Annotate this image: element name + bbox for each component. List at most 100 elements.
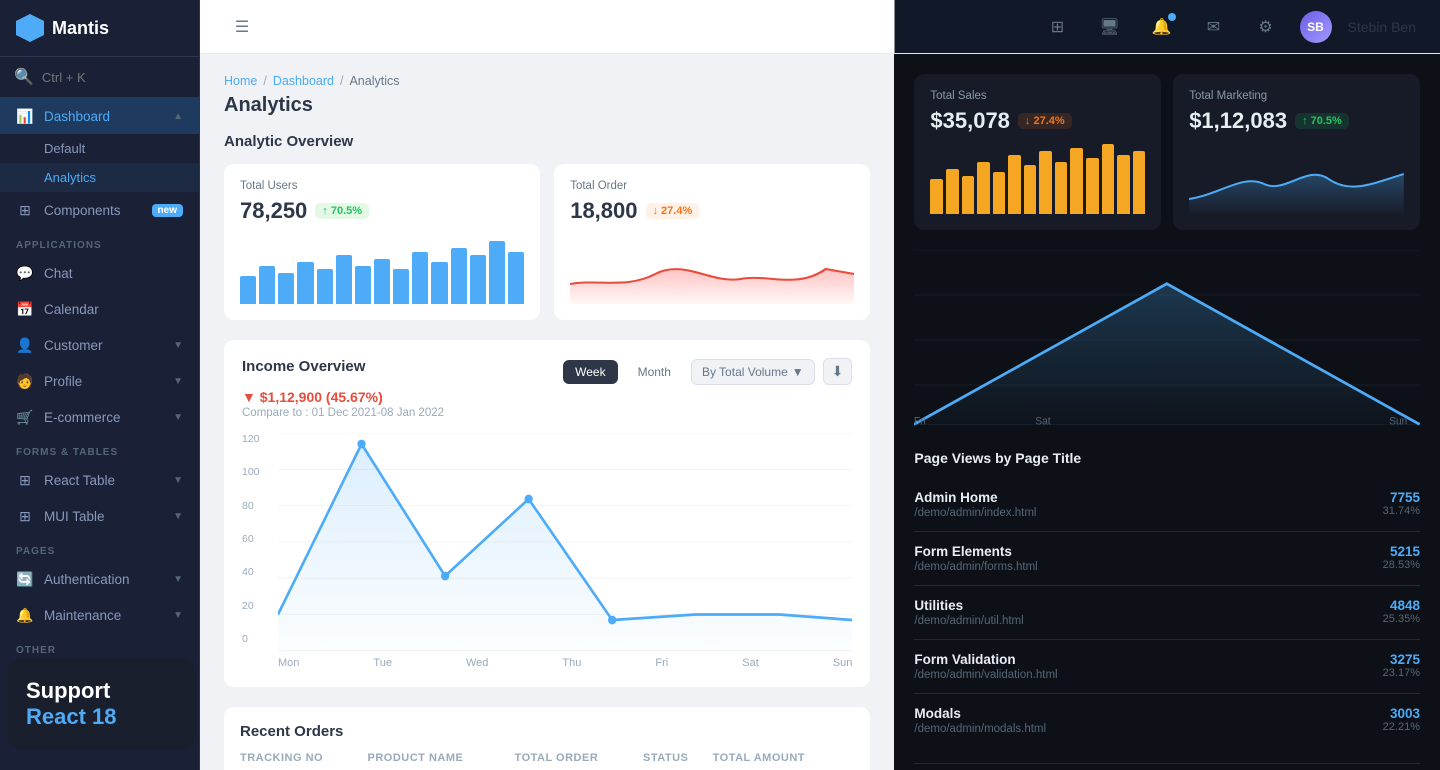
support-banner-line2: React 18 <box>26 704 178 730</box>
nav-item-calendar[interactable]: 📅 Calendar <box>0 291 199 327</box>
nav-item-authentication[interactable]: 🔄 Authentication ▼ <box>0 561 199 597</box>
total-sales-label: Total Sales <box>930 90 1145 102</box>
notification-bell-button[interactable]: 🔔 <box>1144 9 1180 45</box>
gold-bar-5 <box>993 172 1006 214</box>
orders-table: Tracking No Product Name Total Order Sta… <box>240 752 854 770</box>
search-input[interactable] <box>42 70 200 85</box>
monitor-icon-button[interactable]: 🖥 <box>1092 9 1128 45</box>
income-title: Income Overview <box>242 358 444 375</box>
total-order-label: Total Order <box>570 180 854 192</box>
total-marketing-label: Total Marketing <box>1189 90 1404 102</box>
download-button[interactable]: ⬇ <box>823 358 853 385</box>
chart-x-labels: Mon Tue Wed Thu Fri Sat Sun <box>278 653 852 669</box>
bar-15 <box>508 252 524 305</box>
section-pages: Pages <box>0 534 199 561</box>
customer-icon: 👤 <box>16 336 34 354</box>
gold-bar-10 <box>1070 148 1083 215</box>
nav-item-react-table[interactable]: ⊞ React Table ▼ <box>0 462 199 498</box>
section-forms-tables: Forms & Tables <box>0 435 199 462</box>
bar-9 <box>393 269 409 304</box>
chart-area: Mon Tue Wed Thu Fri Sat Sun <box>278 433 852 669</box>
main-content: ☰ ⊞ 🖥 🔔 ✉ ⚙ SB Stebin Ben Home / Dashboa… <box>200 0 1440 770</box>
nav-item-maintenance[interactable]: 🔔 Maintenance ▼ <box>0 597 199 633</box>
month-button[interactable]: Month <box>626 360 683 384</box>
page-view-row-5: Modals /demo/admin/modals.html 3003 22.2… <box>914 694 1420 747</box>
gold-bar-6 <box>1008 155 1021 215</box>
settings-icon-button[interactable]: ⚙ <box>1248 9 1284 45</box>
header-right: ⊞ 🖥 🔔 ✉ ⚙ SB Stebin Ben <box>1040 9 1417 45</box>
dark-stat-cards: Total Sales $35,078 ↓ 27.4% <box>914 74 1420 230</box>
stat-card-total-users: Total Users 78,250 ↑ 70.5% <box>224 164 540 320</box>
col-total-order: Total Order <box>515 752 643 770</box>
nav-item-profile[interactable]: 🧑 Profile ▼ <box>0 363 199 399</box>
profile-icon: 🧑 <box>16 372 34 390</box>
col-total-amount: Total Amount <box>713 752 855 770</box>
chevron-down-icon-2: ▼ <box>173 376 183 387</box>
support-react18-banner: Support React 18 <box>8 658 196 750</box>
total-users-label: Total Users <box>240 180 524 192</box>
nav-item-mui-table[interactable]: ⊞ MUI Table ▼ <box>0 498 199 534</box>
chevron-down-icon-5: ▼ <box>173 511 183 522</box>
user-name: Stebin Ben <box>1348 19 1417 35</box>
react-table-icon: ⊞ <box>16 471 34 489</box>
sidebar-search[interactable]: 🔍 <box>0 57 199 98</box>
total-sales-badge: ↓ 27.4% <box>1018 113 1072 129</box>
nav-item-chat[interactable]: 💬 Chat <box>0 255 199 291</box>
chevron-down-icon-6: ▼ <box>173 574 183 585</box>
nav-item-ecommerce[interactable]: 🛒 E-commerce ▼ <box>0 399 199 435</box>
logo-text: Mantis <box>52 18 109 39</box>
logo-icon <box>16 14 44 42</box>
mail-icon-button[interactable]: ✉ <box>1196 9 1232 45</box>
income-compare: Compare to : 01 Dec 2021-08 Jan 2022 <box>242 407 444 419</box>
hamburger-button[interactable]: ☰ <box>224 9 260 45</box>
total-sales-chart <box>930 144 1145 214</box>
top-header: ☰ ⊞ 🖥 🔔 ✉ ⚙ SB Stebin Ben <box>200 0 1440 54</box>
ecommerce-icon: 🛒 <box>16 408 34 426</box>
svg-text:Sun: Sun <box>1390 415 1408 428</box>
gold-bar-9 <box>1055 162 1068 215</box>
header-left: ☰ <box>224 9 260 45</box>
nav-sub-default[interactable]: Default <box>0 134 199 163</box>
bar-6 <box>336 255 352 304</box>
divider <box>914 763 1420 764</box>
user-avatar[interactable]: SB <box>1300 11 1332 43</box>
grid-icon-button[interactable]: ⊞ <box>1040 9 1076 45</box>
gold-bar-2 <box>946 169 959 215</box>
right-panel: Total Sales $35,078 ↓ 27.4% <box>894 54 1440 770</box>
income-line-chart <box>278 433 852 653</box>
page-view-row-2: Form Elements /demo/admin/forms.html 521… <box>914 532 1420 586</box>
section-other: Other <box>0 633 199 660</box>
breadcrumb-sep-1: / <box>263 74 266 88</box>
svg-text:Sat: Sat <box>1036 415 1051 428</box>
gold-bar-1 <box>930 179 943 214</box>
nav-components-label: Components <box>44 203 121 218</box>
chevron-down-icon: ▼ <box>173 340 183 351</box>
page-content: Home / Dashboard / Analytics Analytics A… <box>200 54 1440 770</box>
nav-item-customer[interactable]: 👤 Customer ▼ <box>0 327 199 363</box>
total-marketing-chart <box>1189 144 1404 214</box>
gold-bar-8 <box>1039 151 1052 214</box>
page-view-row-3: Utilities /demo/admin/util.html 4848 25.… <box>914 586 1420 640</box>
dashboard-icon: 📊 <box>16 107 34 125</box>
bar-5 <box>317 269 333 304</box>
stat-cards-row: Total Users 78,250 ↑ 70.5% <box>224 164 870 320</box>
page-view-row-1: Admin Home /demo/admin/index.html 7755 3… <box>914 478 1420 532</box>
breadcrumb-dashboard[interactable]: Dashboard <box>273 74 334 88</box>
income-value: ▼ $1,12,900 (45.67%) <box>242 389 383 405</box>
week-button[interactable]: Week <box>563 360 617 384</box>
maintenance-icon: 🔔 <box>16 606 34 624</box>
nav-item-dashboard[interactable]: 📊 Dashboard ▲ <box>0 98 199 134</box>
dark-income-chart: Fri Sat Sun <box>914 250 1420 430</box>
breadcrumb: Home / Dashboard / Analytics <box>224 74 870 88</box>
section-applications: Applications <box>0 228 199 255</box>
bar-10 <box>412 252 428 305</box>
total-marketing-value: $1,12,083 <box>1189 108 1287 134</box>
chat-icon: 💬 <box>16 264 34 282</box>
left-panel: Home / Dashboard / Analytics Analytics A… <box>200 54 894 770</box>
nav-item-components[interactable]: ⊞ Components new <box>0 192 199 228</box>
volume-select[interactable]: By Total Volume ▼ <box>691 359 815 385</box>
breadcrumb-home[interactable]: Home <box>224 74 257 88</box>
notification-badge <box>1168 13 1176 21</box>
nav-sub-analytics[interactable]: Analytics <box>0 163 199 192</box>
gold-bar-7 <box>1024 165 1037 214</box>
